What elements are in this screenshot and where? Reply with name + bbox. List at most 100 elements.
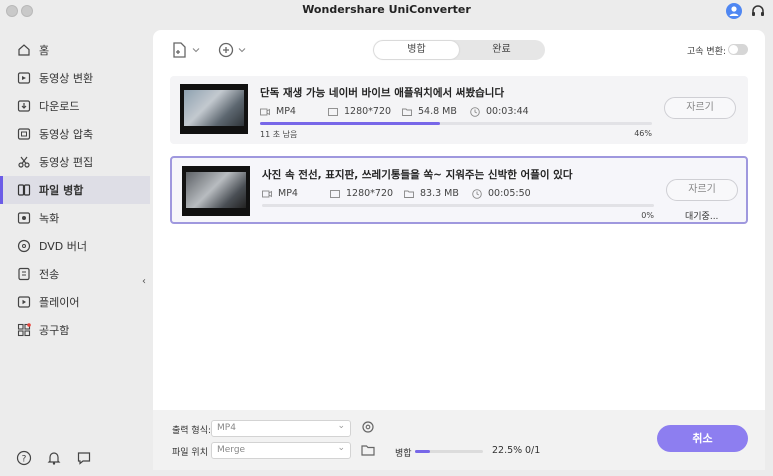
size-info: 83.3 MB [404,188,459,199]
sidebar-item-label: 전송 [39,268,60,281]
folder-icon [404,190,414,198]
bell-icon[interactable] [46,450,62,466]
headset-icon[interactable] [750,3,766,19]
sidebar-item-label: 녹화 [39,212,60,225]
sidebar-item-label: 동영상 압축 [39,128,94,141]
add-media-icon [218,42,234,58]
add-media-button[interactable] [217,40,246,60]
merge-percent: 22.5% [492,445,523,456]
dvd-icon [17,239,31,253]
folder-icon[interactable] [361,443,375,457]
sidebar-item-merge[interactable]: 파일 병합 [0,176,150,204]
cancel-button[interactable]: 취소 [657,425,748,452]
merge-panel: 병합 완료 고속 변환: 단독 재생 가능 네이버 바이브 애플워치에서 써봤습… [153,30,765,410]
output-format-label: 출력 형식: [172,426,212,436]
sidebar-item-label: 동영상 편집 [39,156,94,169]
speed-convert-toggle[interactable] [728,44,748,55]
sidebar: 홈 동영상 변환 다운로드 동영상 압축 동영상 편집 파일 병합 녹화 DVD… [0,36,150,426]
sidebar-item-player[interactable]: 플레이어 [0,288,150,316]
sidebar-item-download[interactable]: 다운로드 [0,92,150,120]
scissors-icon [18,156,30,168]
clock-icon [470,106,480,117]
file-progress-bar [260,122,652,125]
file-duration: 00:05:50 [488,188,531,199]
file-format: MP4 [278,188,298,199]
progress-percent: 46% [634,129,652,138]
file-card[interactable]: 단독 재생 가능 네이버 바이브 애플워치에서 써봤습니다 MP4 1280*7… [170,76,748,144]
sidebar-item-record[interactable]: 녹화 [0,204,150,232]
time-remaining: 11 초 남음 [260,130,298,139]
tab-complete[interactable]: 완료 [459,41,544,59]
duration-info: 00:03:44 [470,106,529,117]
sidebar-bottom-icons: ? [16,450,92,466]
video-thumbnail [180,84,248,134]
file-location-select[interactable]: Merge [211,441,351,459]
feedback-icon[interactable] [76,450,92,466]
output-settings-icon[interactable] [361,420,375,434]
format-info: MP4 [260,106,296,117]
user-icon[interactable] [726,3,742,19]
file-location-label: 파일 위치 : [172,448,214,458]
size-info: 54.8 MB [402,106,457,117]
sidebar-item-label: 동영상 변환 [39,72,94,85]
title-bar: Wondershare UniConverter [0,0,773,28]
status-tabs: 병합 완료 [373,40,545,60]
format-info: MP4 [262,188,298,199]
cut-button[interactable]: 자르기 [664,97,736,119]
tab-merge[interactable]: 병합 [374,41,459,59]
chevron-down-icon [192,48,200,53]
resolution-info: 1280*720 [330,188,393,199]
file-resolution: 1280*720 [344,106,392,117]
output-format-select[interactable]: MP4 [211,419,351,437]
toolbar: 병합 완료 고속 변환: [153,30,765,70]
cut-button[interactable]: 자르기 [666,179,738,201]
progress-percent: 0% [641,211,654,220]
sidebar-item-toolbox[interactable]: 공구함 [0,316,150,344]
file-card[interactable]: 사진 속 전선, 표지판, 쓰레기통들을 쏙~ 지워주는 신박한 어플이 있다 … [170,156,748,224]
add-file-button[interactable] [171,40,200,60]
svg-text:?: ? [22,455,27,465]
compress-icon [17,128,31,140]
transfer-icon [18,267,30,281]
video-format-icon [262,190,272,197]
resolution-icon [330,189,340,198]
chevron-down-icon [238,48,246,53]
app-title: Wondershare UniConverter [302,3,471,16]
merge-status-label: 병합 [395,449,412,459]
file-size: 83.3 MB [420,188,459,199]
file-resolution: 1280*720 [346,188,394,199]
sidebar-item-label: 공구함 [39,324,70,337]
resolution-info: 1280*720 [328,106,391,117]
sidebar-item-label: 파일 병합 [39,184,84,197]
sidebar-item-label: 플레이어 [39,296,80,309]
player-icon [17,296,31,308]
sidebar-item-transfer[interactable]: 전송 [0,260,150,288]
merge-progress-bar [415,450,483,453]
merge-icon [17,184,31,196]
home-icon [18,44,30,56]
file-title: 단독 재생 가능 네이버 바이브 애플워치에서 써봤습니다 [260,87,505,99]
help-icon[interactable]: ? [16,450,32,466]
record-icon [17,212,31,224]
sidebar-item-compress[interactable]: 동영상 압축 [0,120,150,148]
sidebar-item-edit[interactable]: 동영상 편집 [0,148,150,176]
speed-convert-label: 고속 변환: [687,47,727,57]
sidebar-item-home[interactable]: 홈 [0,36,150,64]
file-format: MP4 [276,106,296,117]
merge-count: 0/1 [525,445,541,456]
sidebar-item-video-convert[interactable]: 동영상 변환 [0,64,150,92]
status-waiting: 대기중... [685,212,719,222]
video-thumbnail [182,166,250,216]
clock-icon [472,188,482,199]
sidebar-item-label: DVD 버너 [39,240,88,253]
resolution-icon [328,107,338,116]
footer-bar: 출력 형식: MP4 파일 위치 : Merge 병합 22.5% 0/1 취소 [153,410,765,470]
convert-icon [17,72,31,84]
file-duration: 00:03:44 [486,106,529,117]
sidebar-item-dvd[interactable]: DVD 버너 [0,232,150,260]
sidebar-item-label: 홈 [39,44,50,57]
file-title: 사진 속 전선, 표지판, 쓰레기통들을 쏙~ 지워주는 신박한 어플이 있다 [262,169,573,181]
video-format-icon [260,108,270,115]
toolbox-icon [17,323,31,337]
duration-info: 00:05:50 [472,188,531,199]
